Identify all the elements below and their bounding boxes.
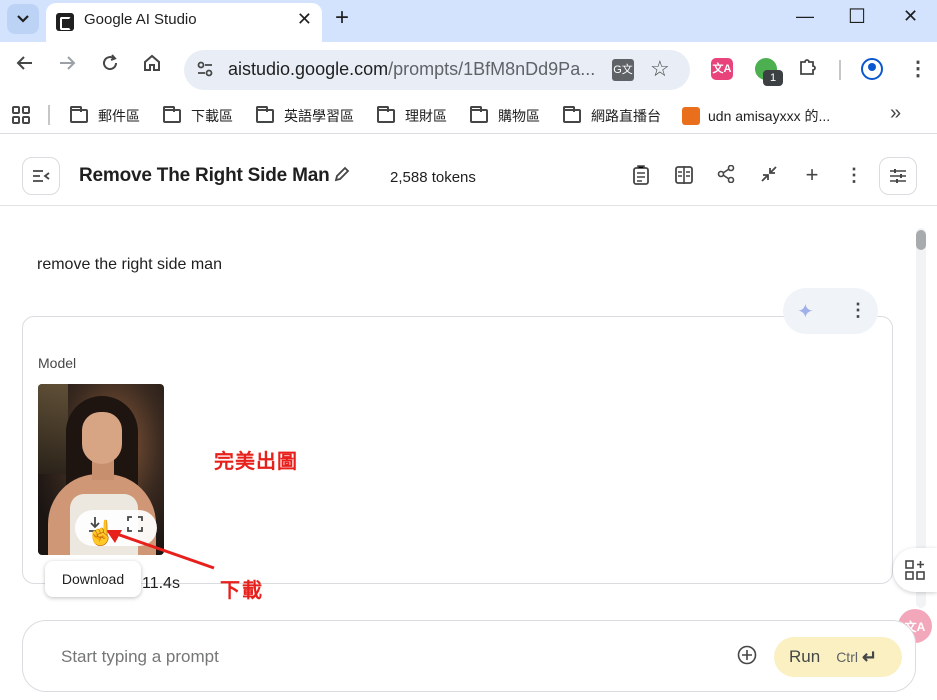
reload-button[interactable] <box>97 54 123 78</box>
image-face <box>82 412 122 464</box>
star-icon[interactable]: ☆ <box>650 56 670 82</box>
chevron-down-icon <box>17 15 29 23</box>
folder-icon <box>563 106 581 123</box>
bookmark-label: 英語學習區 <box>284 108 354 124</box>
bookmark-label: 郵件區 <box>98 108 140 124</box>
bookmark-folder[interactable]: 郵件區 <box>70 105 140 127</box>
bookmark-folder[interactable]: 下載區 <box>163 105 233 127</box>
forward-button[interactable] <box>54 54 80 78</box>
run-settings-button[interactable] <box>879 157 917 195</box>
url-path: /prompts/1BfM8nDd9Pa... <box>388 59 596 79</box>
back-button[interactable] <box>12 54 38 78</box>
tab-strip: Google AI Studio ✕ + — ☐ ✕ <box>0 0 937 42</box>
arrow-left-icon <box>16 56 32 70</box>
bookmark-label: 購物區 <box>498 108 540 124</box>
url-host: aistudio.google.com <box>228 59 389 79</box>
sparkle-icon[interactable]: ✦ <box>797 299 814 324</box>
model-label: Model <box>38 355 77 371</box>
profile-avatar-icon[interactable] <box>861 58 883 80</box>
arrow-right-icon <box>60 56 76 70</box>
annotation-download: 下載 <box>220 580 264 602</box>
compare-icon[interactable] <box>673 165 695 190</box>
folder-icon <box>470 106 488 123</box>
extensions-puzzle-icon[interactable] <box>798 56 818 82</box>
menu-collapse-icon <box>33 170 50 182</box>
close-window-icon[interactable]: ✕ <box>903 6 918 27</box>
scrollbar-thumb[interactable] <box>916 230 926 250</box>
toolbar-separator <box>839 60 841 80</box>
more-options-icon[interactable]: ⋮ <box>843 165 865 186</box>
message-actions: ✦ ⋮ <box>783 288 878 334</box>
folder-icon <box>377 106 395 123</box>
enter-key-icon: ↵ <box>861 646 878 667</box>
maximize-window-icon[interactable]: ☐ <box>848 4 866 29</box>
new-tab-button[interactable]: + <box>335 4 349 32</box>
compress-icon[interactable] <box>758 165 780 188</box>
browser-toolbar: aistudio.google.com/prompts/1BfM8nDd9Pa.… <box>0 42 937 98</box>
url-text[interactable]: aistudio.google.com/prompts/1BfM8nDd9Pa.… <box>228 59 595 80</box>
bookmarks-separator <box>48 105 50 125</box>
clipboard-icon[interactable] <box>630 165 652 190</box>
annotation-perfect-output: 完美出圖 <box>214 451 298 473</box>
pencil-icon[interactable] <box>333 165 351 188</box>
message-more-icon[interactable]: ⋮ <box>849 300 867 321</box>
browser-menu-icon[interactable]: ⋮ <box>908 56 928 81</box>
bookmarks-overflow-icon[interactable]: » <box>890 102 901 125</box>
tab-title: Google AI Studio <box>84 11 197 28</box>
site-info-icon[interactable] <box>196 60 214 78</box>
apps-add-icon[interactable] <box>893 548 937 592</box>
tab-close-icon[interactable]: ✕ <box>297 9 312 30</box>
folder-icon <box>256 106 274 123</box>
user-message: remove the right side man <box>37 256 222 273</box>
token-count: 2,588 tokens <box>390 169 476 186</box>
elapsed-time: 11.4s <box>142 575 180 592</box>
home-icon <box>144 54 160 71</box>
prompt-input[interactable] <box>61 643 561 671</box>
reload-icon <box>103 54 118 71</box>
run-button[interactable]: Run Ctrl ↵ <box>774 637 902 677</box>
minimize-window-icon[interactable]: — <box>796 6 814 27</box>
tune-icon <box>890 169 906 183</box>
bookmark-label: 下載區 <box>191 108 233 124</box>
ai-studio-favicon-icon <box>56 13 74 31</box>
chat-area: remove the right side man Model ✦ ⋮ 完美出圖 <box>0 206 937 700</box>
add-circle-icon[interactable] <box>737 645 757 671</box>
bookmark-label: udn amisayxxx 的... <box>708 108 831 124</box>
bookmark-folder[interactable]: 網路直播台 <box>563 105 661 127</box>
translate-icon[interactable]: G文 <box>612 59 634 81</box>
bookmark-link[interactable]: udn amisayxxx 的... <box>682 105 830 127</box>
udn-favicon-icon <box>682 107 700 125</box>
toggle-sidebar-button[interactable] <box>22 157 60 195</box>
bookmark-folder[interactable]: 理財區 <box>377 105 447 127</box>
bookmark-label: 網路直播台 <box>591 108 661 124</box>
apps-grid-icon[interactable] <box>12 106 30 124</box>
share-icon[interactable] <box>715 164 737 188</box>
bookmark-label: 理財區 <box>405 108 447 124</box>
extension-badge: 1 <box>763 70 783 86</box>
image-background <box>38 384 68 474</box>
folder-icon <box>70 106 88 123</box>
prompt-composer: Run Ctrl ↵ <box>22 620 916 692</box>
tab-search-button[interactable] <box>7 4 39 34</box>
browser-tab-active[interactable]: Google AI Studio ✕ <box>46 3 322 42</box>
address-bar[interactable]: aistudio.google.com/prompts/1BfM8nDd9Pa.… <box>184 50 690 90</box>
new-chat-icon[interactable]: + <box>801 162 823 188</box>
run-shortcut: Ctrl <box>836 649 858 665</box>
bookmark-folder[interactable]: 英語學習區 <box>256 105 354 127</box>
app-header: Remove The Right Side Man 2,588 tokens +… <box>0 134 937 206</box>
bookmarks-bar: 郵件區 下載區 英語學習區 理財區 購物區 網路直播台 udn amisayxx… <box>0 98 937 134</box>
bookmark-folder[interactable]: 購物區 <box>470 105 540 127</box>
translate-extension-icon[interactable]: 文A <box>711 58 733 80</box>
page-title: Remove The Right Side Man <box>79 165 330 186</box>
home-button[interactable] <box>139 54 165 78</box>
folder-icon <box>163 106 181 123</box>
run-label: Run <box>789 647 821 666</box>
hand-cursor-icon: ☝ <box>86 520 116 547</box>
download-tooltip: Download <box>45 561 141 597</box>
